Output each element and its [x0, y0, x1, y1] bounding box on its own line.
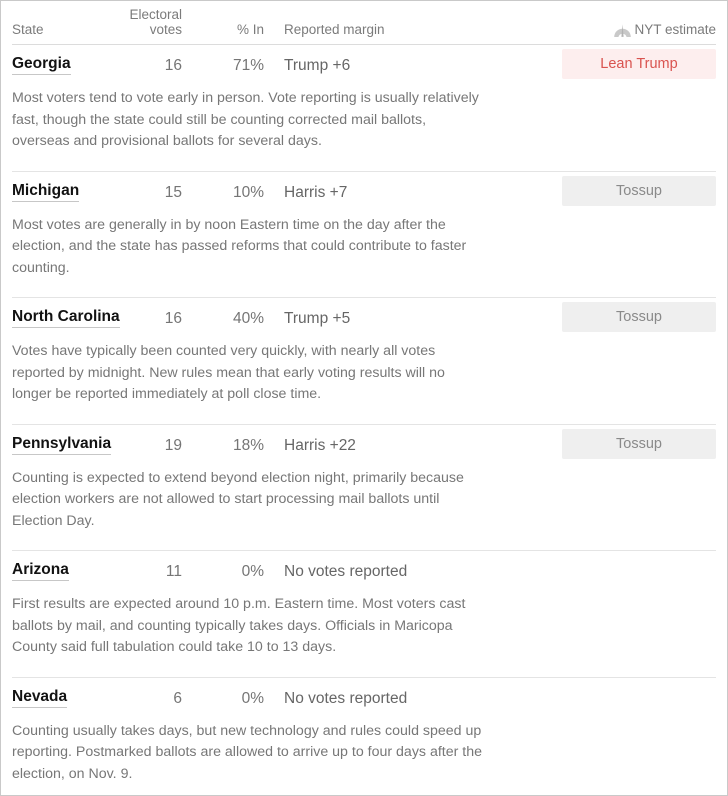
state-note: Votes have typically been counted very q…	[12, 343, 445, 402]
reported-margin-value: No votes reported	[284, 689, 408, 707]
table-row: Michigan 15 10% Harris +7 Tossup Most votes a…	[12, 170, 716, 298]
state-summary-row: North Carolina 16 40% Trump +5 Tossup	[12, 298, 716, 340]
state-summary-row: Michigan 15 10% Harris +7 Tossup	[12, 172, 716, 214]
nyt-estimate-badge: Lean Trump	[562, 49, 716, 79]
table-header-row: State Electoral votes % In Reported marg…	[12, 1, 716, 45]
reported-margin-value: Harris +7	[284, 183, 348, 201]
column-header-nyt-estimate: NYT estimate	[613, 22, 716, 37]
state-name-link[interactable]: Nevada	[12, 688, 68, 708]
state-note: Counting usually takes days, but new tec…	[12, 722, 483, 782]
gauge-icon	[613, 23, 632, 38]
state-note: Counting is expected to extend beyond el…	[12, 469, 464, 529]
state-summary-row: Arizona 11 0% No votes reported	[12, 551, 716, 593]
state-name-link[interactable]: North Carolina	[12, 308, 120, 328]
percent-in-value: 0%	[241, 563, 264, 580]
percent-in-value: 40%	[232, 310, 264, 327]
column-header-nyt-estimate-label: NYT estimate	[634, 22, 716, 37]
state-name-link[interactable]: Pennsylvania	[12, 435, 112, 455]
election-results-table: State Electoral votes % In Reported marg…	[0, 0, 728, 796]
state-summary-row: Georgia 16 71% Trump +6 Lean Trump	[12, 45, 716, 87]
column-header-electoral-votes-line2: votes	[149, 22, 182, 37]
state-summary-row: Pennsylvania 19 18% Harris +22 Tossup	[12, 425, 716, 467]
electoral-votes-value: 11	[165, 563, 182, 580]
electoral-votes-value: 16	[164, 310, 182, 327]
state-note: Most voters tend to vote early in person…	[12, 90, 479, 149]
reported-margin-value: Trump +5	[284, 310, 351, 327]
column-header-electoral-votes: Electoral votes	[120, 7, 182, 37]
table-row: Nevada 6 0% No votes reported Counting usual…	[12, 676, 716, 796]
electoral-votes-value: 15	[164, 183, 182, 201]
reported-margin-value: Harris +22	[284, 436, 356, 454]
column-header-electoral-votes-line1: Electoral	[129, 7, 182, 22]
electoral-votes-value: 19	[164, 436, 182, 454]
state-note: First results are expected around 10 p.m…	[12, 596, 466, 655]
state-name-link[interactable]: Georgia	[12, 55, 71, 75]
reported-margin-value: No votes reported	[284, 563, 408, 580]
nyt-estimate-badge: Tossup	[562, 302, 716, 332]
state-note: Most votes are generally in by noon East…	[12, 216, 467, 276]
reported-margin-value: Trump +6	[284, 57, 351, 74]
table-row: Pennsylvania 19 18% Harris +22 Tossup Countin…	[12, 423, 716, 551]
table-row: North Carolina 16 40% Trump +5 Tossup Votes h…	[12, 297, 716, 424]
percent-in-value: 10%	[232, 183, 264, 201]
nyt-estimate-badge: Tossup	[562, 175, 716, 206]
table-body: Georgia 16 71% Trump +6 Lean Trump Most voter…	[1, 45, 727, 796]
column-header-state: State	[12, 22, 44, 37]
nyt-estimate-badge: Tossup	[562, 428, 716, 459]
column-header-percent-in: % In	[236, 22, 264, 37]
percent-in-value: 71%	[232, 57, 264, 74]
state-summary-row: Nevada 6 0% No votes reported	[12, 678, 716, 720]
electoral-votes-value: 16	[164, 57, 182, 74]
percent-in-value: 0%	[241, 689, 264, 707]
state-name-link[interactable]: Michigan	[12, 182, 80, 202]
table-row: Georgia 16 71% Trump +6 Lean Trump Most voter…	[12, 45, 716, 171]
state-name-link[interactable]: Arizona	[12, 561, 69, 581]
column-header-reported-margin: Reported margin	[284, 22, 385, 37]
percent-in-value: 18%	[232, 436, 264, 454]
table-row: Arizona 11 0% No votes reported First result…	[12, 550, 716, 677]
electoral-votes-value: 6	[173, 689, 182, 707]
